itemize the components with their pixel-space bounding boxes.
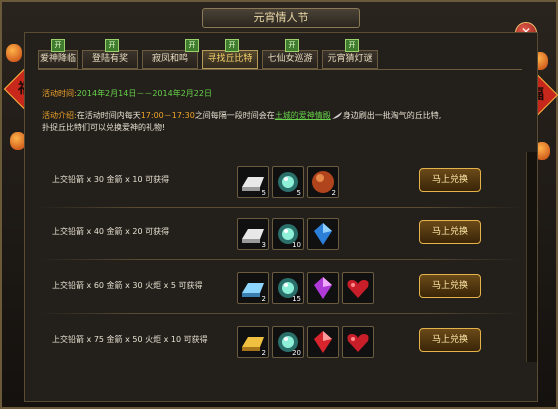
desc-text: 身边刷出一批淘气的丘比特, xyxy=(342,111,442,120)
blue-crystal-icon[interactable] xyxy=(307,218,339,250)
item-count: 5 xyxy=(261,189,266,197)
event-time: 活动时间:2014年2月14日－－2014年2月22日 xyxy=(42,88,212,100)
exchange-button[interactable]: 马上兑换 xyxy=(419,220,481,244)
silver-bar-icon[interactable]: 5 xyxy=(237,166,269,198)
reward-requirement: 上交铅箭 x 75 金箭 x 50 火炬 x 10 可获得 xyxy=(52,335,208,344)
window-title: 元宵情人节 xyxy=(202,8,360,28)
heart-box-icon[interactable] xyxy=(342,272,374,304)
tab-denglu[interactable]: 开 登陆有奖 xyxy=(82,39,138,69)
item-count: 3 xyxy=(261,241,266,249)
tab-label: 爱神降临 xyxy=(39,54,76,64)
event-description: 活动介绍:在活动时间内每天17:00－17:30之间每隔一段时间会在土城的爱神情… xyxy=(42,110,512,134)
tab-label: 寂凤和鸣 xyxy=(151,54,188,64)
tab-label: 元宵猜灯谜 xyxy=(327,54,373,64)
item-count: 20 xyxy=(292,349,301,357)
row-divider xyxy=(38,259,522,260)
lantern-decoration xyxy=(6,44,22,62)
purple-crystal-icon[interactable] xyxy=(307,272,339,304)
tab-open-badge: 开 xyxy=(225,39,239,52)
jade-orb-icon[interactable]: 5 xyxy=(272,166,304,198)
desc-text: 之间每隔一段时间会在 xyxy=(194,111,275,120)
exchange-button[interactable]: 马上兑换 xyxy=(419,328,481,352)
tab-jifeng[interactable]: 开 寂凤和鸣 xyxy=(142,39,199,69)
blue-bar-icon[interactable]: 2 xyxy=(237,272,269,304)
tab-open-badge: 开 xyxy=(345,39,359,52)
tab-label: 七仙女巡游 xyxy=(267,54,313,64)
reward-requirement: 上交铅箭 x 40 金箭 x 20 可获得 xyxy=(52,227,170,236)
tab-qixiannv[interactable]: 开 七仙女巡游 xyxy=(262,39,318,69)
item-count: 2 xyxy=(261,295,266,303)
desc-time: 17:00－17:30 xyxy=(140,111,195,120)
tab-open-badge: 开 xyxy=(51,39,65,52)
tab-label: 登陆有奖 xyxy=(91,54,128,64)
tab-label: 寻找丘比特 xyxy=(207,54,253,64)
tab-open-badge: 开 xyxy=(185,39,199,52)
reward-row: 上交铅箭 x 75 金箭 x 50 火炬 x 10 可获得 2 20 马上兑换 xyxy=(38,318,522,368)
exchange-button[interactable]: 马上兑换 xyxy=(419,274,481,298)
tab-open-badge: 开 xyxy=(105,39,119,52)
feather-icon xyxy=(331,112,342,119)
jade-orb-icon[interactable]: 20 xyxy=(272,326,304,358)
reward-row: 上交铅箭 x 40 金箭 x 20 可获得 3 10 马上兑换 xyxy=(38,210,522,260)
row-divider xyxy=(38,313,522,314)
red-crystal-icon[interactable] xyxy=(307,326,339,358)
silver-bar-icon[interactable]: 3 xyxy=(237,218,269,250)
tab-open-badge: 开 xyxy=(285,39,299,52)
desc-label: 活动介绍: xyxy=(42,111,77,120)
gold-bar-icon[interactable]: 2 xyxy=(237,326,269,358)
red-orb-icon[interactable]: 2 xyxy=(307,166,339,198)
desc-text: 扑捉丘比特们可以兑换爱神的礼物! xyxy=(42,123,166,132)
item-count: 10 xyxy=(292,241,301,249)
time-value: 2014年2月14日－－2014年2月22日 xyxy=(76,89,212,98)
row-divider xyxy=(38,207,522,208)
location-link[interactable]: 土城的爱神情殿 xyxy=(275,111,331,120)
event-window: 福 福 元宵情人节 ✕ 开 爱神降临 开 登陆有奖 开 寂凤和鸣 开 寻找丘比特… xyxy=(0,0,558,409)
scrollbar[interactable] xyxy=(526,152,537,362)
exchange-button[interactable]: 马上兑换 xyxy=(419,168,481,192)
reward-requirement: 上交铅箭 x 30 金箭 x 10 可获得 xyxy=(52,175,170,184)
item-count: 2 xyxy=(261,349,266,357)
reward-requirement: 上交铅箭 x 60 金箭 x 30 火炬 x 5 可获得 xyxy=(52,281,203,290)
tab-qiubite[interactable]: 开 寻找丘比特 xyxy=(202,39,258,69)
reward-row: 上交铅箭 x 60 金箭 x 30 火炬 x 5 可获得 2 15 马上兑换 xyxy=(38,264,522,314)
item-count: 15 xyxy=(292,295,301,303)
tab-dengmi[interactable]: 开 元宵猜灯谜 xyxy=(322,39,378,69)
jade-orb-icon[interactable]: 15 xyxy=(272,272,304,304)
desc-text: 在活动时间内每天 xyxy=(76,111,141,120)
reward-row: 上交铅箭 x 30 金箭 x 10 可获得 5 5 2 马上兑换 xyxy=(38,158,522,208)
heart-box-icon[interactable] xyxy=(342,326,374,358)
time-label: 活动时间: xyxy=(42,89,77,98)
item-count: 5 xyxy=(296,189,301,197)
tab-aishen[interactable]: 开 爱神降临 xyxy=(38,39,78,69)
item-count: 2 xyxy=(331,189,336,197)
tab-divider xyxy=(38,69,522,70)
jade-orb-icon[interactable]: 10 xyxy=(272,218,304,250)
